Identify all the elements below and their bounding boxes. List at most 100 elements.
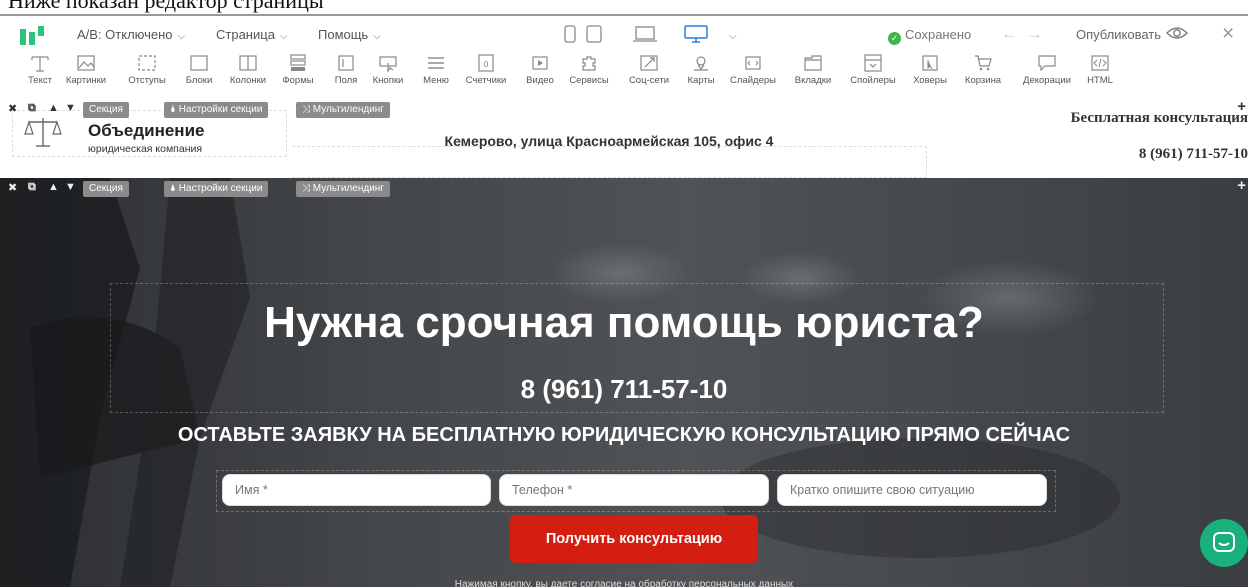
tool-hovers[interactable]: Ховеры [908,54,952,86]
tool-label: Декорации [1023,75,1071,86]
tool-label: Колонки [229,75,267,86]
tool-label: HTML [1087,75,1113,86]
publish-button[interactable]: Опубликовать [1076,27,1161,42]
tool-cart[interactable]: Корзина [960,54,1006,86]
chevron-down-icon: ⌵ [279,31,288,42]
tool-spoilers[interactable]: Спойлеры [847,54,899,86]
hero-section: Нужна срочная помощь юриста? 8 (961) 711… [0,178,1248,587]
tool-sliders[interactable]: Слайдеры [728,54,778,86]
copy-section-icon[interactable]: ⧉ [28,102,36,115]
tool-buttons[interactable]: Кнопки [368,54,408,86]
multilanding-label: Мультилендинг [312,183,384,194]
mobile-device-icon[interactable] [564,25,576,43]
laptop-device-icon[interactable] [632,25,658,43]
section-button[interactable]: Секция [83,102,129,118]
add-section-icon[interactable]: + [1237,177,1246,194]
shuffle-icon: ⤨ [302,104,313,115]
tool-html[interactable]: HTML [1082,54,1118,86]
tool-fields[interactable]: Поля [328,54,364,86]
tool-label: Ховеры [913,75,947,86]
name-input[interactable] [222,474,491,506]
tool-label: Вкладки [794,75,832,86]
tool-social[interactable]: Соц-сети [624,54,674,86]
tool-decorations[interactable]: Декорации [1016,54,1078,86]
delete-section-icon[interactable]: ✖ [8,181,17,194]
move-up-icon[interactable]: ▲ [48,102,59,114]
save-status-label: Сохранено [905,27,972,42]
device-dropdown[interactable]: ⌵ [724,27,737,42]
chat-widget-button[interactable] [1200,519,1248,567]
delete-section-icon[interactable]: ✖ [8,102,17,115]
copy-section-icon[interactable]: ⧉ [28,181,36,194]
tool-forms[interactable]: Формы [278,54,318,86]
undo-redo[interactable]: ←→ [1001,24,1051,44]
undo-arrow-icon[interactable]: ← [1001,24,1026,43]
page-menu[interactable]: Страница ⌵ [216,27,288,42]
tool-label: Формы [282,75,314,86]
section-button[interactable]: Секция [83,181,129,197]
section-settings-button[interactable]: 🌢 Настройки секции [164,102,269,118]
section-controls: ✖ ⧉ ▲ ▼ Секция 🌢 Настройки секции ⤨ Муль… [8,98,1248,118]
tool-label: Кнопки [372,75,404,86]
multilanding-button[interactable]: ⤨ Мультилендинг [296,181,390,197]
tool-label: Текст [28,75,52,86]
tool-images[interactable]: Картинки [61,54,111,86]
tool-label: Карты [687,75,715,86]
close-icon[interactable]: × [1222,22,1234,46]
tool-label: Счетчики [465,75,507,86]
tool-tabs[interactable]: Вкладки [790,54,836,86]
tool-label: Картинки [65,75,107,86]
redo-arrow-icon[interactable]: → [1026,24,1051,43]
tool-spacing[interactable]: Отступы [122,54,172,86]
tool-label: Видео [526,75,554,86]
tool-blocks[interactable]: Блоки [179,54,219,86]
widget-toolbar: Текст Картинки Отступы Блоки Колонки Фор… [0,52,1248,101]
chevron-down-icon: ⌵ [729,31,737,42]
tool-label: Соц-сети [628,75,670,86]
tool-menu[interactable]: Меню [418,54,454,86]
header-phone[interactable]: 8 (961) 711-57-10 [1139,146,1248,163]
tool-label: Меню [423,75,449,86]
get-consultation-button[interactable]: Получить консультацию [510,515,758,563]
hero-phone[interactable]: 8 (961) 711-57-10 [0,374,1248,405]
move-down-icon[interactable]: ▼ [65,181,76,193]
section-controls: ✖ ⧉ ▲ ▼ Секция 🌢 Настройки секции ⤨ Муль… [8,177,1248,197]
hero-title: Нужна срочная помощь юриста? [264,298,984,347]
tool-label: Спойлеры [850,75,896,86]
tool-maps[interactable]: Карты [683,54,719,86]
tablet-device-icon[interactable] [586,25,602,43]
tool-counters[interactable]: 0 Счетчики [461,54,511,86]
multilanding-label: Мультилендинг [312,104,384,115]
phone-input[interactable] [499,474,769,506]
address-text: Кемерово, улица Красноармейская 105, офи… [444,133,774,149]
help-label: Помощь [318,27,369,42]
tool-label: Отступы [128,75,166,86]
situation-input[interactable] [777,474,1047,506]
ab-test-label: A/B: Отключено [77,27,173,42]
chat-bubble-icon [1213,532,1235,552]
help-menu[interactable]: Помощь ⌵ [318,27,381,42]
address-block[interactable]: Кемерово, улица Красноармейская 105, офи… [292,133,927,178]
move-up-icon[interactable]: ▲ [48,181,59,193]
move-down-icon[interactable]: ▼ [65,102,76,114]
tool-label: Слайдеры [730,75,776,86]
multilanding-button[interactable]: ⤨ Мультилендинг [296,102,390,118]
hero-subtitle: ОСТАВЬТЕ ЗАЯВКУ НА БЕСПЛАТНУЮ ЮРИДИЧЕСКУ… [177,424,1071,446]
add-section-icon[interactable]: + [1237,98,1246,115]
section-settings-label: Настройки секции [178,183,263,194]
company-name: Объединение [88,121,205,140]
tool-services[interactable]: Сервисы [565,54,613,86]
desktop-device-icon[interactable] [684,25,708,43]
chevron-down-icon: ⌵ [177,31,186,42]
chevron-down-icon: ⌵ [373,31,381,42]
tool-label: Поля [334,75,358,86]
consent-text: Нажимая кнопку, вы даете согласие на обр… [454,579,794,587]
tool-label: Блоки [185,75,213,86]
tool-columns[interactable]: Колонки [225,54,271,86]
ab-test-menu[interactable]: A/B: Отключено ⌵ [77,27,185,42]
tool-video[interactable]: Видео [522,54,558,86]
tool-text[interactable]: Текст [20,54,60,86]
app-logo-icon[interactable] [20,26,44,45]
section-settings-button[interactable]: 🌢 Настройки секции [164,181,269,197]
preview-eye-icon[interactable] [1166,25,1188,41]
